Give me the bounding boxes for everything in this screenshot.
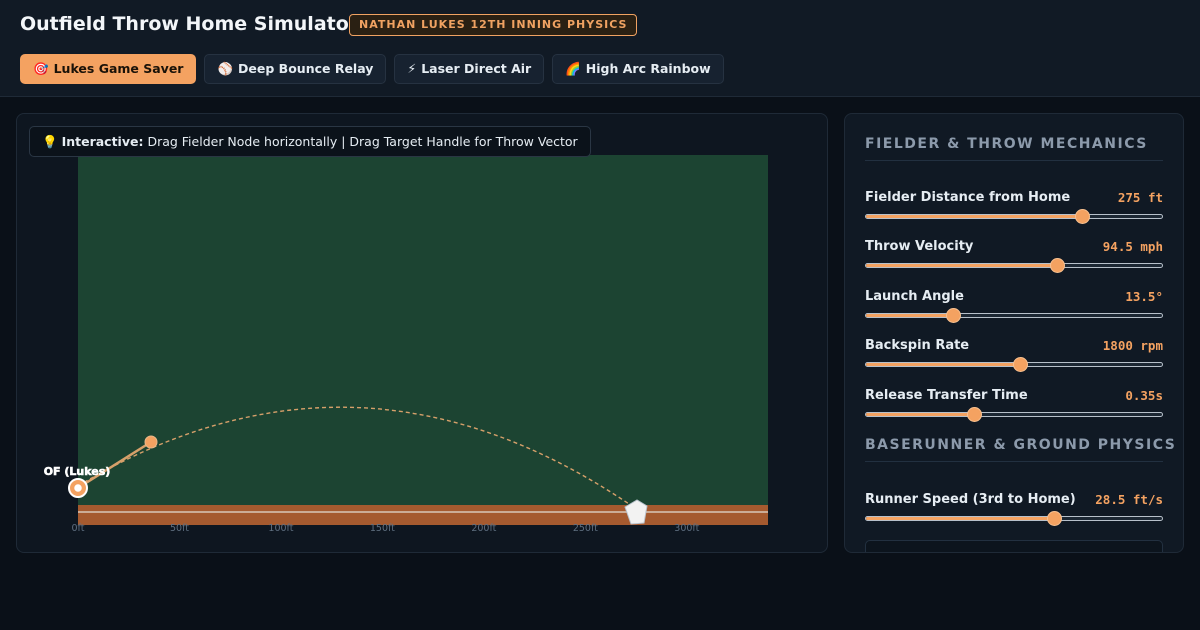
control-value: 1800 rpm xyxy=(1102,338,1163,353)
axis-tick-label: 150ft xyxy=(370,523,395,534)
slider-thumb[interactable] xyxy=(1075,209,1091,224)
control-value: 28.5 ft/s xyxy=(1095,492,1163,507)
preset-label: Deep Bounce Relay xyxy=(238,61,374,76)
section-title-baserunner: BASERUNNER & GROUND PHYSICS xyxy=(865,437,1175,462)
section-title-throw-mechanics: FIELDER & THROW MECHANICS xyxy=(865,136,1163,161)
rainbow-icon: 🌈 xyxy=(565,61,581,76)
control-throw-velocity: Throw Velocity 94.5 mph xyxy=(865,239,1163,275)
control-label: Fielder Distance from Home xyxy=(865,190,1071,205)
control-value: 13.5° xyxy=(1125,289,1163,304)
control-fielder-distance: Fielder Distance from Home 275 ft xyxy=(865,190,1163,226)
preset-laser-direct-air[interactable]: ⚡ Laser Direct Air xyxy=(394,54,545,84)
control-runner-speed: Runner Speed (3rd to Home) 28.5 ft/s xyxy=(865,492,1163,528)
preset-label: Lukes Game Saver xyxy=(53,61,184,76)
axis-tick-label: 300ft xyxy=(674,523,699,534)
control-label: Runner Speed (3rd to Home) xyxy=(865,492,1076,507)
controls-panel: FIELDER & THROW MECHANICS Fielder Distan… xyxy=(844,113,1184,553)
next-control-card xyxy=(865,540,1163,552)
preset-bar: 🎯 Lukes Game Saver ⚾ Deep Bounce Relay ⚡ La… xyxy=(20,54,724,84)
preset-label: High Arc Rainbow xyxy=(585,61,711,76)
field-canvas[interactable]: OF (Lukes) 0ft 50ft 100ft 150ft 200ft 250ft 30… xyxy=(17,114,828,553)
slider-thumb[interactable] xyxy=(1012,357,1028,372)
axis-tick-label: 200ft xyxy=(471,523,496,534)
lightning-icon: ⚡ xyxy=(407,61,417,76)
preset-high-arc-rainbow[interactable]: 🌈 High Arc Rainbow xyxy=(552,54,724,84)
throw-velocity-slider[interactable] xyxy=(865,258,1163,273)
slider-thumb[interactable] xyxy=(946,308,962,323)
outfield-grass xyxy=(78,155,768,505)
hint-text: Drag Fielder Node horizontally | Drag Ta… xyxy=(143,134,578,149)
control-value: 0.35s xyxy=(1125,388,1163,403)
fielder-label: OF (Lukes) xyxy=(44,465,111,478)
field-panel: 💡 Interactive: Drag Fielder Node horizon… xyxy=(16,113,828,553)
control-value: 275 ft xyxy=(1117,190,1163,205)
runner-speed-slider[interactable] xyxy=(865,511,1163,526)
target-icon: 🎯 xyxy=(33,61,49,76)
fielder-node[interactable] xyxy=(68,478,88,498)
hint-bold: Interactive: xyxy=(61,134,144,149)
control-launch-angle: Launch Angle 13.5° xyxy=(865,289,1163,325)
infield-dirt xyxy=(78,505,768,525)
control-backspin-rate: Backspin Rate 1800 rpm xyxy=(865,338,1163,374)
slider-thumb[interactable] xyxy=(967,407,983,422)
preset-lukes-game-saver[interactable]: 🎯 Lukes Game Saver xyxy=(20,54,197,84)
scenario-badge: NATHAN LUKES 12TH INNING PHYSICS xyxy=(349,14,638,36)
axis-tick-label: 250ft xyxy=(573,523,598,534)
target-handle[interactable] xyxy=(144,435,158,449)
control-label: Backspin Rate xyxy=(865,338,970,353)
baseball-icon: ⚾ xyxy=(217,61,234,76)
app-header: Outfield Throw Home Simulator NATHAN LUK… xyxy=(0,0,1200,97)
control-value: 94.5 mph xyxy=(1102,239,1163,254)
control-release-transfer-time: Release Transfer Time 0.35s xyxy=(865,388,1163,424)
control-label: Release Transfer Time xyxy=(865,388,1028,403)
lightbulb-icon: 💡 xyxy=(42,134,58,149)
slider-thumb[interactable] xyxy=(1049,258,1065,273)
interaction-hint: 💡 Interactive: Drag Fielder Node horizon… xyxy=(29,126,591,157)
control-label: Throw Velocity xyxy=(865,239,974,254)
slider-thumb[interactable] xyxy=(1046,511,1062,526)
launch-angle-slider[interactable] xyxy=(865,308,1163,323)
control-label: Launch Angle xyxy=(865,289,964,304)
release-transfer-slider[interactable] xyxy=(865,407,1163,422)
backspin-rate-slider[interactable] xyxy=(865,357,1163,372)
axis-tick-label: 50ft xyxy=(170,523,189,534)
axis-tick-label: 0ft xyxy=(72,523,85,534)
page-title: Outfield Throw Home Simulator xyxy=(20,13,359,35)
fielder-distance-slider[interactable] xyxy=(865,209,1163,224)
preset-label: Laser Direct Air xyxy=(421,61,532,76)
preset-deep-bounce-relay[interactable]: ⚾ Deep Bounce Relay xyxy=(204,54,387,84)
axis-tick-label: 100ft xyxy=(268,523,293,534)
